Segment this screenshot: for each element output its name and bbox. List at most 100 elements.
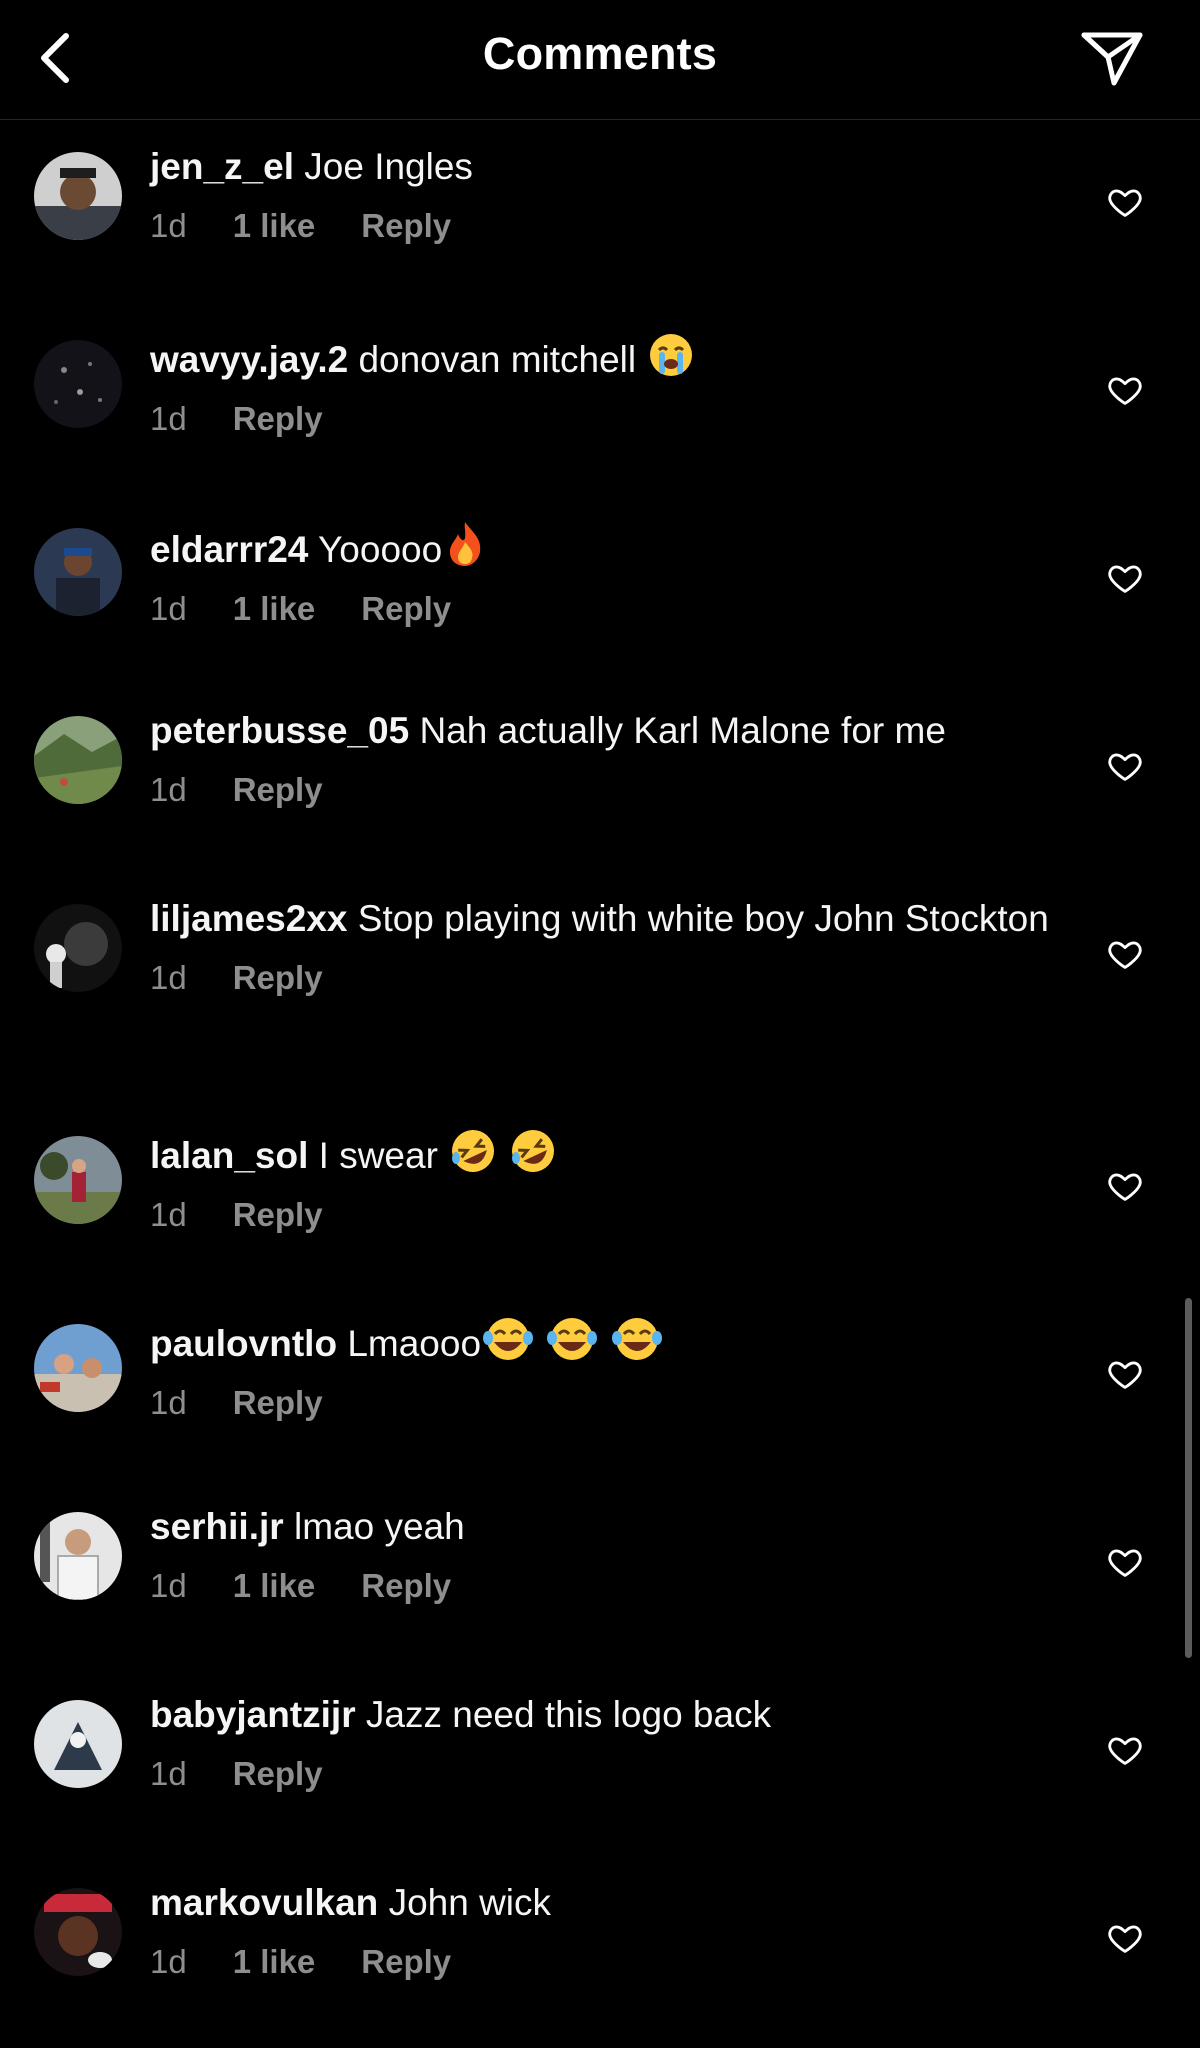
comment-username[interactable]: lalan_sol (150, 1135, 308, 1176)
avatar[interactable] (34, 1512, 122, 1600)
comment-message: Stop playing with white boy John Stockto… (357, 898, 1049, 939)
comment-time: 1d (150, 207, 187, 244)
reply-button[interactable]: Reply (233, 1384, 323, 1422)
avatar[interactable] (34, 528, 122, 616)
avatar[interactable] (34, 904, 122, 992)
comment-time: 1d (150, 1755, 187, 1792)
comment-meta: 1d 1 like Reply (150, 1943, 1050, 1981)
comment-text: lalan_sol I swear (150, 1128, 1050, 1178)
comment-username[interactable]: eldarrr24 (150, 529, 308, 570)
comment-likes[interactable]: 1 like (233, 1567, 316, 1605)
scrollbar[interactable] (1185, 1298, 1192, 1658)
reply-button[interactable]: Reply (361, 590, 451, 628)
heart-icon[interactable] (1106, 1543, 1144, 1581)
comment-message: Yooooo (318, 529, 443, 570)
comment-text: jen_z_el Joe Ingles (150, 144, 1050, 189)
comment-username[interactable]: jen_z_el (150, 146, 294, 187)
rolling-on-floor-laughing-emoji (512, 1130, 555, 1172)
comment-text: serhii.jr lmao yeah (150, 1504, 1050, 1549)
reply-button[interactable]: Reply (361, 207, 451, 245)
comment-meta: 1d 1 like Reply (150, 590, 1050, 628)
comment-item: peterbusse_05 Nah actually Karl Malone f… (0, 684, 1200, 872)
reply-button[interactable]: Reply (233, 771, 323, 809)
comment-text: babyjantzijr Jazz need this logo back (150, 1692, 1050, 1737)
comment-username[interactable]: wavyy.jay.2 (150, 339, 348, 380)
avatar[interactable] (34, 1888, 122, 1976)
reply-button[interactable]: Reply (361, 1567, 451, 1605)
comment-time: 1d (150, 771, 187, 808)
comment-meta: 1d Reply (150, 400, 1050, 438)
comment-time: 1d (150, 590, 187, 627)
comment-likes[interactable]: 1 like (233, 207, 316, 245)
comment-item: jen_z_el Joe Ingles 1d 1 like Reply (0, 120, 1200, 308)
comment-item: liljames2xx Stop playing with white boy … (0, 872, 1200, 1104)
paper-plane-icon (1081, 32, 1143, 86)
comment-item: wavyy.jay.2 donovan mitchell 1d Reply (0, 308, 1200, 496)
heart-icon[interactable] (1106, 1355, 1144, 1393)
comment-time: 1d (150, 1196, 187, 1233)
heart-icon[interactable] (1106, 559, 1144, 597)
comment-item: serhii.jr lmao yeah 1d 1 like Reply (0, 1480, 1200, 1668)
comment-time: 1d (150, 959, 187, 996)
comment-item: eldarrr24 Yooooo 1d 1 like Reply (0, 496, 1200, 684)
heart-icon[interactable] (1106, 1731, 1144, 1769)
avatar[interactable] (34, 1324, 122, 1412)
reply-button[interactable]: Reply (361, 1943, 451, 1981)
avatar[interactable] (34, 1136, 122, 1224)
avatar[interactable] (34, 340, 122, 428)
face-with-tears-of-joy-emoji (547, 1318, 598, 1360)
heart-icon[interactable] (1106, 935, 1144, 973)
comment-message: lmao yeah (293, 1506, 465, 1547)
comment-text: liljames2xx Stop playing with white boy … (150, 896, 1050, 941)
loudly-crying-face-emoji (650, 334, 693, 376)
comment-item: babyjantzijr Jazz need this logo back 1d… (0, 1668, 1200, 1856)
comment-meta: 1d 1 like Reply (150, 207, 1050, 245)
comment-username[interactable]: liljames2xx (150, 898, 347, 939)
comment-text: markovulkan John wick (150, 1880, 1050, 1925)
comment-message: John wick (388, 1882, 552, 1923)
share-button[interactable] (1076, 26, 1148, 90)
comment-text: eldarrr24 Yooooo (150, 520, 1050, 572)
comment-time: 1d (150, 400, 187, 437)
heart-icon[interactable] (1106, 1167, 1144, 1205)
avatar[interactable] (34, 716, 122, 804)
comment-time: 1d (150, 1384, 187, 1421)
comment-username[interactable]: peterbusse_05 (150, 710, 409, 751)
comment-message: donovan mitchell (358, 339, 637, 380)
reply-button[interactable]: Reply (233, 959, 323, 997)
reply-button[interactable]: Reply (233, 400, 323, 438)
comment-message: Joe Ingles (304, 146, 473, 187)
face-with-tears-of-joy-emoji (483, 1318, 534, 1360)
comment-item: lalan_sol I swear 1d Reply (0, 1104, 1200, 1292)
heart-icon[interactable] (1106, 747, 1144, 785)
comment-username[interactable]: markovulkan (150, 1882, 378, 1923)
comment-meta: 1d Reply (150, 959, 1050, 997)
comment-time: 1d (150, 1943, 187, 1980)
comment-username[interactable]: babyjantzijr (150, 1694, 356, 1735)
comment-message: I swear (318, 1135, 438, 1176)
avatar[interactable] (34, 152, 122, 240)
header: Comments (0, 0, 1200, 120)
comments-list: jen_z_el Joe Ingles 1d 1 like Reply wavy… (0, 120, 1200, 2044)
rolling-on-floor-laughing-emoji (452, 1130, 495, 1172)
comment-likes[interactable]: 1 like (233, 590, 316, 628)
avatar[interactable] (34, 1700, 122, 1788)
comment-username[interactable]: serhii.jr (150, 1506, 284, 1547)
comment-likes[interactable]: 1 like (233, 1943, 316, 1981)
reply-button[interactable]: Reply (233, 1755, 323, 1793)
face-with-tears-of-joy-emoji (611, 1318, 662, 1360)
heart-icon[interactable] (1106, 1919, 1144, 1957)
comment-meta: 1d Reply (150, 1196, 1050, 1234)
comment-meta: 1d Reply (150, 1384, 1050, 1422)
heart-icon[interactable] (1106, 371, 1144, 409)
heart-icon[interactable] (1106, 183, 1144, 221)
comment-time: 1d (150, 1567, 187, 1604)
comment-text: wavyy.jay.2 donovan mitchell (150, 332, 1050, 382)
comment-message: Lmaooo (347, 1323, 482, 1364)
fire-emoji (450, 522, 481, 566)
comment-username[interactable]: paulovntlo (150, 1323, 337, 1364)
comment-text: paulovntlo Lmaooo (150, 1316, 1050, 1366)
comment-item: markovulkan John wick 1d 1 like Reply (0, 1856, 1200, 2044)
reply-button[interactable]: Reply (233, 1196, 323, 1234)
comment-meta: 1d 1 like Reply (150, 1567, 1050, 1605)
